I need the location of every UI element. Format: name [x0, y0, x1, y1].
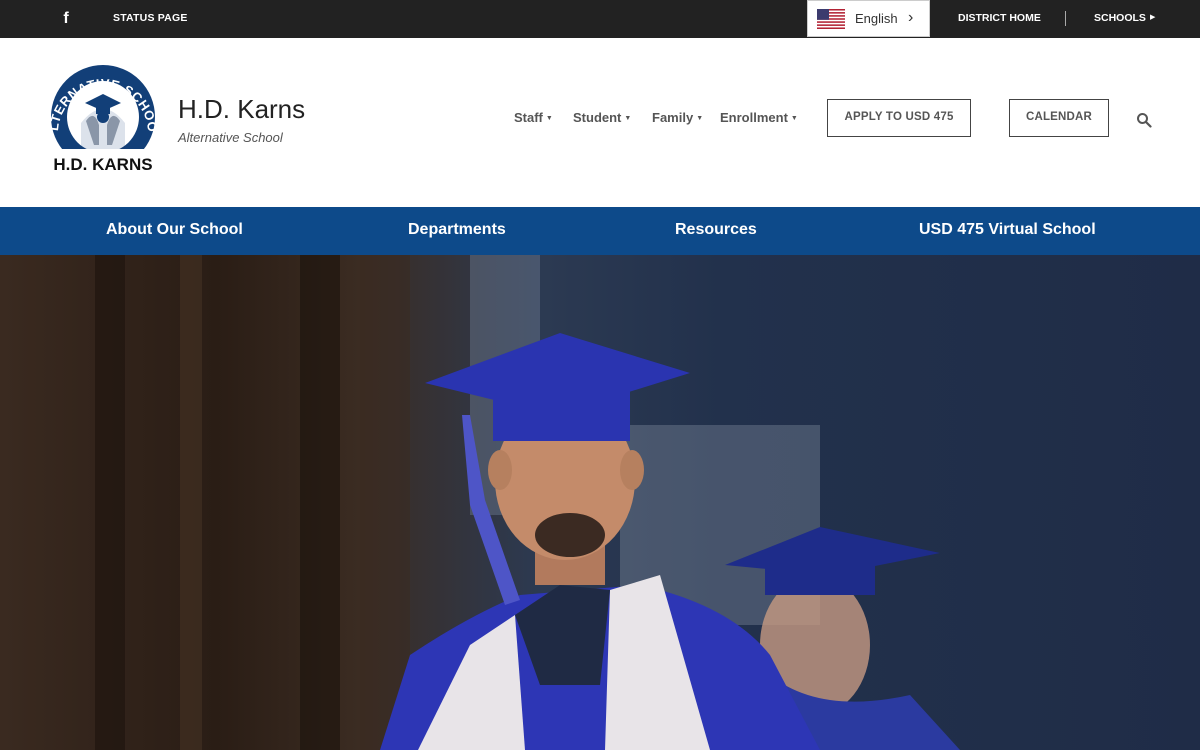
language-selector[interactable]: English ›: [807, 0, 930, 37]
utility-bar: f STATUS PAGE English › DISTRICT HOME SC…: [0, 0, 1200, 38]
logo-ring-text: ALTERNATIVE SCHOOL: [39, 59, 162, 141]
schools-dropdown[interactable]: SCHOOLS: [1094, 12, 1146, 24]
nav-departments[interactable]: Departments: [408, 221, 506, 239]
menu-family-label: Family: [652, 110, 694, 125]
calendar-button[interactable]: CALENDAR: [1009, 99, 1109, 137]
search-icon[interactable]: [1136, 112, 1152, 128]
district-home-link[interactable]: DISTRICT HOME: [958, 12, 1041, 24]
caret-down-icon: ▼: [545, 115, 553, 123]
status-page-link[interactable]: STATUS PAGE: [113, 12, 188, 24]
apply-button[interactable]: APPLY TO USD 475: [827, 99, 971, 137]
menu-student[interactable]: Student ▼: [573, 110, 631, 125]
site-header: ALTERNATIVE SCHOOL H.D. KARNS H.D. Karns…: [0, 38, 1200, 207]
nav-about-our-school[interactable]: About Our School: [106, 221, 243, 239]
divider: [1065, 11, 1066, 26]
chevron-right-icon: ›: [908, 9, 914, 26]
language-label: English: [855, 11, 898, 26]
main-nav: About Our School Departments Resources U…: [0, 207, 1200, 255]
menu-enrollment[interactable]: Enrollment ▼: [720, 110, 798, 125]
caret-down-icon: ▼: [624, 115, 632, 123]
caret-down-icon: ▼: [696, 115, 704, 123]
nav-resources[interactable]: Resources: [675, 221, 757, 239]
logo-bottom-text: H.D. KARNS: [53, 155, 153, 174]
caret-down-icon: ▼: [790, 115, 798, 123]
menu-staff-label: Staff: [514, 110, 543, 125]
us-flag-icon: [817, 9, 845, 29]
caret-right-icon: ▶: [1150, 14, 1156, 21]
menu-staff[interactable]: Staff ▼: [514, 110, 553, 125]
menu-student-label: Student: [573, 110, 622, 125]
facebook-icon[interactable]: f: [58, 9, 74, 29]
hero-image: [0, 255, 1200, 750]
svg-text:ALTERNATIVE SCHOOL: ALTERNATIVE SCHOOL: [44, 71, 160, 133]
menu-family[interactable]: Family ▼: [652, 110, 703, 125]
menu-enrollment-label: Enrollment: [720, 110, 788, 125]
graduation-photo: [95, 255, 960, 750]
school-subtitle: Alternative School: [178, 130, 283, 145]
nav-virtual-school[interactable]: USD 475 Virtual School: [919, 221, 1096, 239]
school-name[interactable]: H.D. Karns: [178, 94, 305, 125]
